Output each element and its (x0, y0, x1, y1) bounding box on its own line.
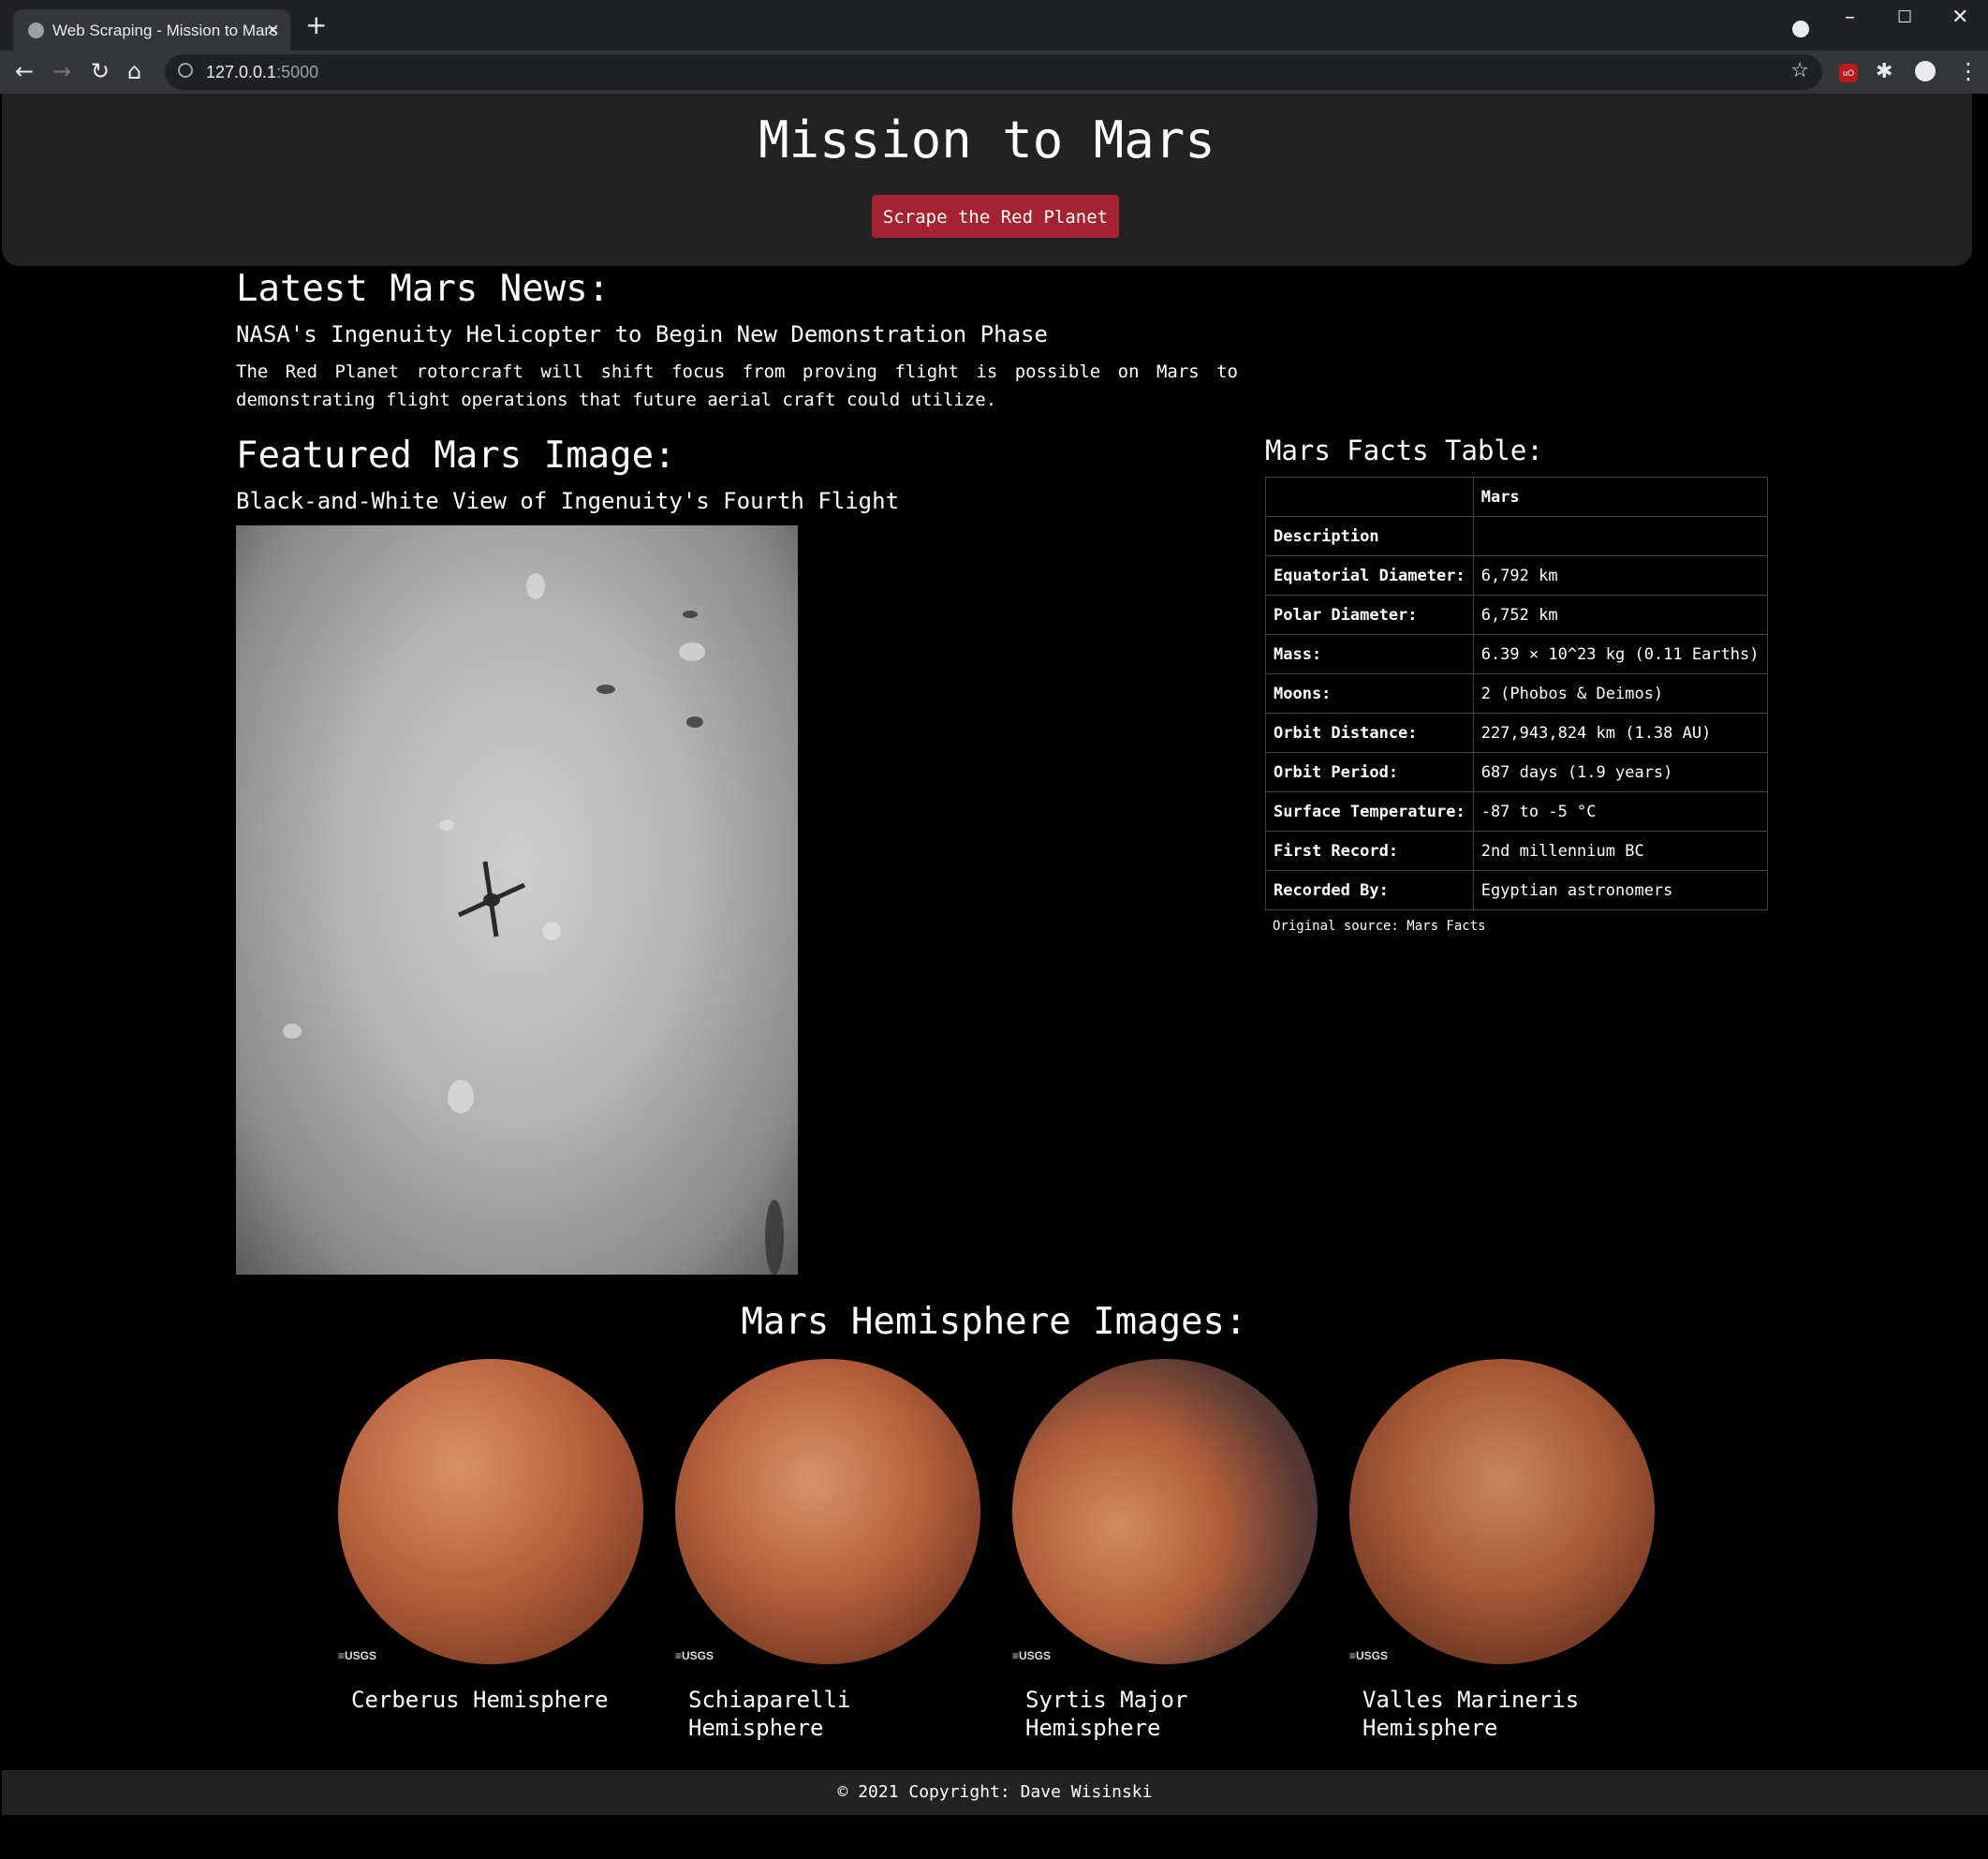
fact-value: 2 (Phobos & Deimos) (1472, 673, 1768, 714)
table-corner-cell (1265, 477, 1474, 517)
fact-value: 2nd millennium BC (1472, 831, 1768, 871)
browser-tab-bar: Web Scraping - Mission to Mars × + – ☐ ✕ (0, 0, 1988, 51)
usgs-logo: ≡USGS (1349, 1649, 1389, 1662)
fact-value: 6,752 km (1472, 595, 1768, 635)
terrain-texture (283, 573, 784, 1275)
mars-globe (1012, 1359, 1318, 1664)
fact-label: Polar Diameter: (1265, 595, 1474, 635)
hemisphere-card-schiaparelli: ≡USGS Schiaparelli Hemisphere (670, 1358, 983, 1741)
fact-label: Orbit Period: (1265, 752, 1474, 792)
hemisphere-card-cerberus: ≡USGS Cerberus Hemisphere (332, 1358, 646, 1713)
fact-value: -87 to -5 °C (1472, 791, 1768, 832)
page-title: Mission to Mars (758, 111, 1215, 170)
table-row: Description (1265, 516, 1768, 556)
page-footer: © 2021 Copyright: Dave Wisinski (2, 1770, 1988, 1815)
globe-icon (28, 22, 44, 38)
new-tab-icon[interactable]: + (305, 12, 327, 38)
table-row: Mass: 6.39 × 10^23 kg (0.11 Earths) (1265, 634, 1768, 674)
hemisphere-caption: Cerberus Hemisphere (351, 1687, 609, 1713)
news-paragraph: The Red Planet rotorcraft will shift foc… (236, 361, 1238, 410)
fact-value: 687 days (1.9 years) (1472, 752, 1768, 792)
reload-icon[interactable]: ↻ (91, 58, 110, 84)
featured-title: Black-and-White View of Ingenuity's Four… (236, 488, 900, 514)
url-host: 127.0.0.1 (206, 63, 277, 81)
column-header-mars: Mars (1472, 477, 1768, 517)
fact-label: Description (1265, 516, 1474, 556)
fact-label: Surface Temperature: (1265, 791, 1474, 832)
mars-globe (675, 1359, 980, 1664)
back-icon[interactable]: ← (15, 58, 34, 84)
bookmark-star-icon[interactable]: ☆ (1790, 59, 1809, 82)
table-row: Surface Temperature: -87 to -5 °C (1265, 791, 1768, 832)
site-info-icon[interactable] (178, 63, 193, 78)
usgs-logo: ≡USGS (338, 1649, 377, 1662)
hemisphere-image-schiaparelli[interactable]: ≡USGS (670, 1358, 983, 1667)
address-bar[interactable]: 127.0.0.1:5000 ☆ (165, 54, 1822, 90)
extensions-puzzle-icon[interactable]: ✱ (1876, 60, 1892, 83)
mars-facts-table: Mars Description Equatorial Diameter: 6,7… (1265, 477, 1768, 910)
hemisphere-image-cerberus[interactable]: ≡USGS (332, 1358, 646, 1667)
fact-label: Orbit Distance: (1265, 713, 1474, 753)
scrape-button[interactable]: Scrape the Red Planet (872, 195, 1119, 238)
table-row: Equatorial Diameter: 6,792 km (1265, 555, 1768, 596)
browser-menu-icon[interactable]: ⋮ (1957, 58, 1980, 84)
fact-value: Egyptian astronomers (1472, 870, 1768, 910)
fact-label: First Record: (1265, 831, 1474, 871)
forward-icon[interactable]: → (52, 58, 71, 84)
header-jumbotron: Mission to Mars Scrape the Red Planet (2, 94, 1972, 266)
hemisphere-caption: Valles Marineris Hemisphere (1362, 1687, 1580, 1741)
fact-label: Mass: (1265, 634, 1474, 674)
profile-avatar-icon[interactable] (1915, 61, 1936, 81)
hemisphere-card-valles-marineris: ≡USGS Valles Marineris Hemisphere (1344, 1358, 1657, 1741)
close-tab-icon[interactable]: × (267, 18, 279, 42)
fact-value (1472, 516, 1768, 556)
facts-heading: Mars Facts Table: (1265, 435, 1543, 466)
table-row: Orbit Distance: 227,943,824 km (1.38 AU) (1265, 713, 1768, 753)
table-row: Recorded By: Egyptian astronomers (1265, 870, 1768, 910)
hemisphere-image-valles-marineris[interactable]: ≡USGS (1344, 1358, 1657, 1667)
news-title: NASA's Ingenuity Helicopter to Begin New… (236, 321, 1048, 347)
table-row: Orbit Period: 687 days (1.9 years) (1265, 752, 1768, 792)
usgs-logo: ≡USGS (675, 1649, 714, 1662)
tab-search-icon[interactable] (1792, 21, 1809, 37)
hemisphere-card-syrtis-major: ≡USGS Syrtis Major Hemisphere (1007, 1358, 1320, 1741)
table-row: Moons: 2 (Phobos & Deimos) (1265, 673, 1768, 714)
minimize-icon[interactable]: – (1845, 6, 1855, 29)
close-window-icon[interactable]: ✕ (1951, 6, 1968, 29)
facts-source: Original source: Mars Facts (1273, 919, 1486, 934)
hemisphere-image-syrtis-major[interactable]: ≡USGS (1007, 1358, 1320, 1667)
home-icon[interactable]: ⌂ (127, 58, 141, 84)
usgs-logo: ≡USGS (1012, 1649, 1052, 1662)
browser-tab[interactable]: Web Scraping - Mission to Mars × (13, 9, 290, 51)
ublock-extension-icon[interactable]: uO (1839, 64, 1858, 82)
hemispheres-heading: Mars Hemisphere Images: (741, 1301, 1247, 1343)
browser-toolbar: ← → ↻ ⌂ 127.0.0.1:5000 ☆ uO ✱ ⋮ (0, 51, 1988, 94)
tab-title: Web Scraping - Mission to Mars (52, 22, 278, 39)
table-row: First Record: 2nd millennium BC (1265, 831, 1768, 871)
table-header-row: Mars (1265, 477, 1768, 517)
featured-heading: Featured Mars Image: (236, 435, 676, 477)
fact-value: 6.39 × 10^23 kg (0.11 Earths) (1472, 634, 1768, 674)
mars-globe (1349, 1359, 1655, 1664)
hemisphere-caption: Schiaparelli Hemisphere (688, 1687, 851, 1741)
fact-label: Recorded By: (1265, 870, 1474, 910)
mars-globe (338, 1359, 643, 1664)
featured-mars-image[interactable] (236, 525, 798, 1275)
maximize-icon[interactable]: ☐ (1897, 7, 1912, 27)
fact-label: Moons: (1265, 673, 1474, 714)
url-port: :5000 (276, 63, 319, 81)
fact-label: Equatorial Diameter: (1265, 555, 1474, 596)
fact-value: 6,792 km (1472, 555, 1768, 596)
news-heading: Latest Mars News: (236, 268, 611, 310)
url-text: 127.0.0.1:5000 (206, 63, 318, 82)
table-row: Polar Diameter: 6,752 km (1265, 595, 1768, 635)
hemisphere-caption: Syrtis Major Hemisphere (1025, 1687, 1188, 1741)
fact-value: 227,943,824 km (1.38 AU) (1472, 713, 1768, 753)
